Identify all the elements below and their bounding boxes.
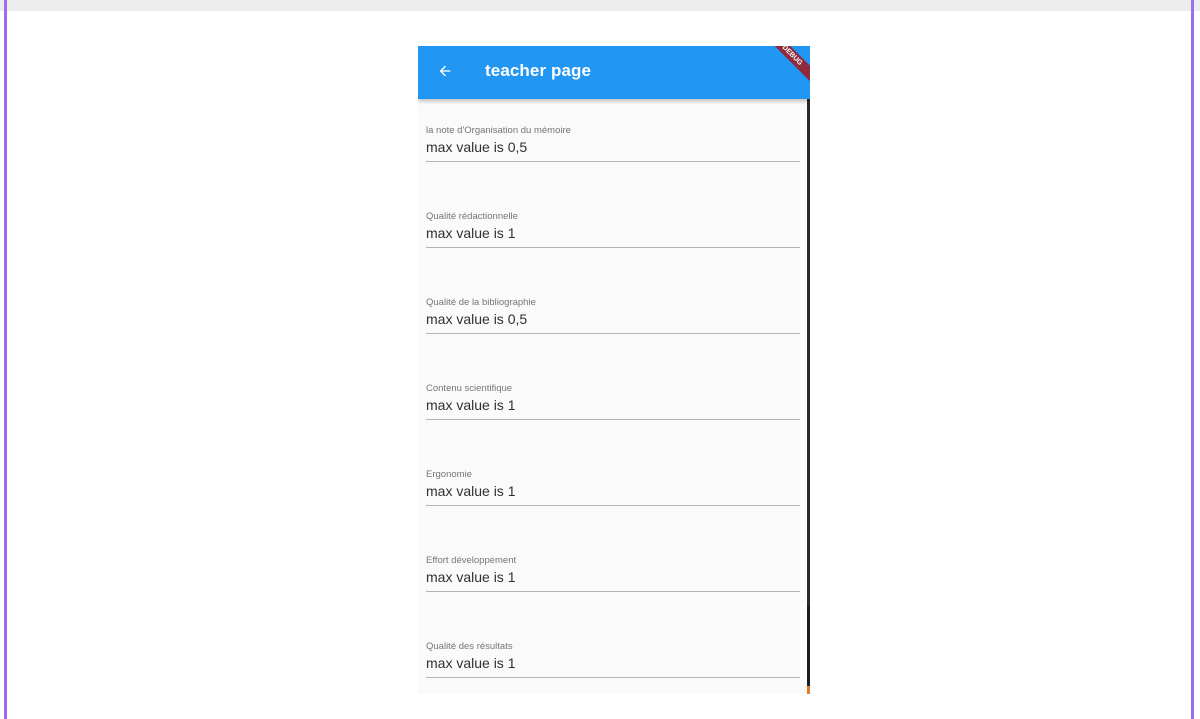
arrow-back-icon [437,63,453,84]
field-label: Ergonomie [426,469,472,480]
window-top-bar [0,0,1200,11]
form-field[interactable]: Contenu scientifique max value is 1 [426,357,800,443]
field-underline [426,419,800,420]
field-hint[interactable]: max value is 1 [426,397,515,413]
field-underline [426,505,800,506]
back-button[interactable] [430,58,460,88]
field-label: la note d'Organisation du mémoire [426,125,571,136]
app-bar: teacher page DEBUG [418,46,810,99]
form-field[interactable]: Effort développement max value is 1 [426,529,800,615]
field-hint[interactable]: max value is 1 [426,569,515,585]
phone-screen: teacher page DEBUG la note d'Organisatio… [418,46,810,694]
form-field[interactable]: Qualité de la bibliographie max value is… [426,271,800,357]
field-underline [426,591,800,592]
field-underline [426,333,800,334]
field-underline [426,161,800,162]
field-label: Effort développement [426,555,517,566]
frame-border-left [4,0,7,719]
phone-edge [807,46,810,694]
field-underline [426,247,800,248]
page-title: teacher page [485,61,592,80]
field-underline [426,677,800,678]
form-field[interactable]: Ergonomie max value is 1 [426,443,800,529]
field-label: Contenu scientifique [426,383,513,394]
field-hint[interactable]: max value is 0,5 [426,311,527,327]
frame-border-right [1191,0,1194,719]
field-label: Qualité rédactionnelle [426,211,518,222]
scrollbar[interactable] [807,606,810,694]
field-hint[interactable]: max value is 0,5 [426,139,527,155]
field-label: Qualité de la bibliographie [426,297,536,308]
debug-banner: DEBUG [759,46,810,88]
form-field[interactable]: Qualité des résultats max value is 1 [426,615,800,694]
field-hint[interactable]: max value is 1 [426,225,515,241]
phone-edge-accent [807,686,810,694]
field-label: Qualité des résultats [426,641,513,652]
form-field[interactable]: Qualité rédactionnelle max value is 1 [426,185,800,271]
field-hint[interactable]: max value is 1 [426,655,515,671]
form-field[interactable]: la note d'Organisation du mémoire max va… [426,99,800,185]
screen: teacher page DEBUG la note d'Organisatio… [0,0,1200,719]
field-hint[interactable]: max value is 1 [426,483,515,499]
